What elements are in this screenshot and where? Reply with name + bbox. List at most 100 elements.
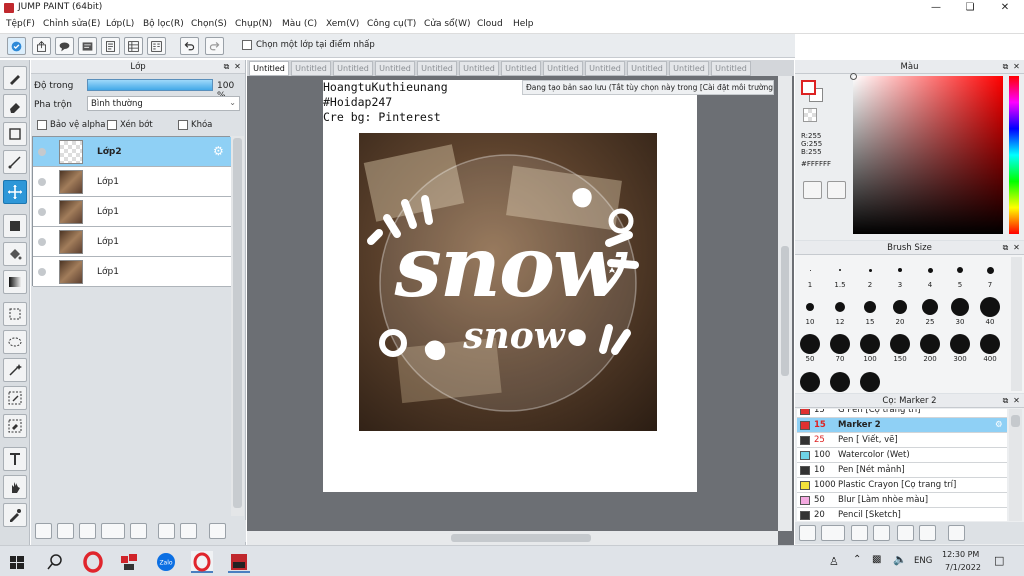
add-layer-menu-button[interactable]: [101, 523, 125, 539]
palette-button[interactable]: [803, 181, 822, 199]
merge-layer-button[interactable]: [180, 523, 197, 539]
magic-wand-tool[interactable]: [3, 358, 27, 382]
chevron-up-icon[interactable]: ⌃: [853, 554, 861, 565]
clip-checkbox[interactable]: [107, 120, 117, 130]
brush-list-item[interactable]: 15 Marker 2 ⚙: [797, 418, 1007, 433]
scroll-thumb[interactable]: [781, 246, 789, 376]
fill-rectangle-tool[interactable]: [3, 214, 27, 238]
panel-popout-icon[interactable]: ⧉: [1001, 396, 1010, 405]
layer-row[interactable]: Lớp2 ⚙: [33, 137, 231, 167]
zalo-taskbar-app[interactable]: Zalo: [155, 551, 177, 573]
new-layer-1bit-button[interactable]: [79, 523, 96, 539]
brush-list-scrollbar[interactable]: [1009, 409, 1022, 521]
brush-size-dot[interactable]: [980, 334, 1000, 354]
delete-layer-button[interactable]: [209, 523, 226, 539]
network-icon[interactable]: ▩: [872, 554, 881, 565]
select-pen-tool[interactable]: [3, 386, 27, 410]
move-tool[interactable]: [3, 180, 27, 204]
gear-icon[interactable]: ⚙: [995, 418, 1003, 432]
brush-size-dot[interactable]: [957, 267, 963, 273]
brush-size-dot[interactable]: [864, 301, 876, 313]
color-picker-button[interactable]: [827, 181, 846, 199]
people-icon[interactable]: ♙: [829, 555, 839, 568]
brush-scrollbar[interactable]: [1011, 257, 1022, 391]
visibility-icon[interactable]: [38, 178, 46, 186]
tab-document[interactable]: Untitled: [417, 61, 457, 76]
menu-color[interactable]: Màu (C): [282, 19, 317, 29]
brush-list-item[interactable]: 15 G Pen [Cọ trang trí]: [797, 409, 1007, 418]
brush-page-button[interactable]: [873, 525, 890, 541]
gradient-tool[interactable]: [3, 270, 27, 294]
brush-delete-button[interactable]: [948, 525, 965, 541]
speech-bubble-button[interactable]: [55, 37, 74, 55]
brush-duplicate-button[interactable]: [919, 525, 936, 541]
menu-filter[interactable]: Bộ lọc(R): [143, 19, 184, 29]
redo-button[interactable]: [205, 37, 224, 55]
saturation-value-field[interactable]: [850, 73, 1003, 234]
panel-close-icon[interactable]: ✕: [1012, 243, 1021, 252]
windows-start-button[interactable]: [6, 551, 28, 573]
menu-tools[interactable]: Công cụ(T): [367, 19, 416, 29]
brush-size-dot[interactable]: [835, 302, 845, 312]
eraser-tool[interactable]: [3, 94, 27, 118]
canvas-vertical-scrollbar[interactable]: [778, 76, 792, 531]
tab-document[interactable]: Untitled: [627, 61, 667, 76]
menu-cloud[interactable]: Cloud: [477, 19, 503, 29]
menu-help[interactable]: Help: [513, 19, 534, 29]
brush-size-dot[interactable]: [860, 372, 880, 392]
brush-size-dot[interactable]: [868, 268, 872, 272]
maximize-button[interactable]: ❏: [958, 1, 982, 15]
grid-panel-button[interactable]: [124, 37, 143, 55]
text-frame-button[interactable]: [78, 37, 97, 55]
lasso-tool[interactable]: [3, 330, 27, 354]
tab-document[interactable]: Untitled: [501, 61, 541, 76]
tab-document[interactable]: Untitled: [291, 61, 331, 76]
hue-slider[interactable]: [1009, 76, 1019, 234]
lock-checkbox[interactable]: [178, 120, 188, 130]
transparent-swatch[interactable]: [803, 108, 817, 122]
layer-row[interactable]: Lớp1: [33, 257, 231, 287]
menu-layer[interactable]: Lớp(L): [106, 19, 134, 29]
brush-list-item[interactable]: 25 Pen [ Viết, vẽ]: [797, 433, 1007, 448]
brush-copy-button[interactable]: [851, 525, 868, 541]
new-folder-button[interactable]: [130, 523, 147, 539]
brush-size-dot[interactable]: [860, 334, 880, 354]
brush-list-item[interactable]: 50 Blur [Làm nhòe màu]: [797, 493, 1007, 508]
undo-button[interactable]: [180, 37, 199, 55]
tab-document[interactable]: Untitled: [459, 61, 499, 76]
foreground-color-swatch[interactable]: [801, 80, 816, 95]
brush-size-dot[interactable]: [951, 298, 969, 316]
panel-close-icon[interactable]: ✕: [233, 62, 242, 71]
canvas-paper[interactable]: HoangtuKuthieunang #Hoidap247 Cre bg: Pi…: [323, 80, 697, 492]
hand-tool[interactable]: [3, 475, 27, 499]
tab-document[interactable]: Untitled: [249, 61, 289, 76]
line-tool[interactable]: [3, 150, 27, 174]
minimize-button[interactable]: —: [924, 1, 948, 15]
clock-time[interactable]: 12:30 PM: [942, 550, 979, 559]
brush-size-dot[interactable]: [980, 297, 1000, 317]
bucket-tool[interactable]: [3, 242, 27, 266]
tab-document[interactable]: Untitled: [333, 61, 373, 76]
tab-document[interactable]: Untitled: [543, 61, 583, 76]
opera-taskbar-app[interactable]: [82, 551, 104, 573]
panel-close-icon[interactable]: ✕: [1012, 396, 1021, 405]
brush-size-dot[interactable]: [806, 303, 814, 311]
panel-popout-icon[interactable]: ⧉: [222, 62, 231, 71]
brush-size-dot[interactable]: [839, 269, 841, 271]
tab-document[interactable]: Untitled: [669, 61, 709, 76]
scroll-thumb[interactable]: [233, 138, 242, 508]
rectangle-tool[interactable]: [3, 122, 27, 146]
brush-settings-button[interactable]: [799, 525, 816, 541]
jump-paint-taskbar-app[interactable]: [228, 551, 250, 573]
visibility-icon[interactable]: [38, 238, 46, 246]
volume-icon[interactable]: 🔈: [893, 553, 907, 566]
menu-view[interactable]: Xem(V): [326, 19, 359, 29]
layer-row[interactable]: Lớp1: [33, 197, 231, 227]
blend-mode-select[interactable]: Bình thường ⌄: [87, 96, 240, 111]
export-button[interactable]: [32, 37, 51, 55]
quick-check-button[interactable]: [7, 37, 26, 55]
visibility-icon[interactable]: [38, 208, 46, 216]
duplicate-layer-button[interactable]: [158, 523, 175, 539]
brush-size-dot[interactable]: [830, 372, 850, 392]
brush-size-dot[interactable]: [800, 372, 820, 392]
